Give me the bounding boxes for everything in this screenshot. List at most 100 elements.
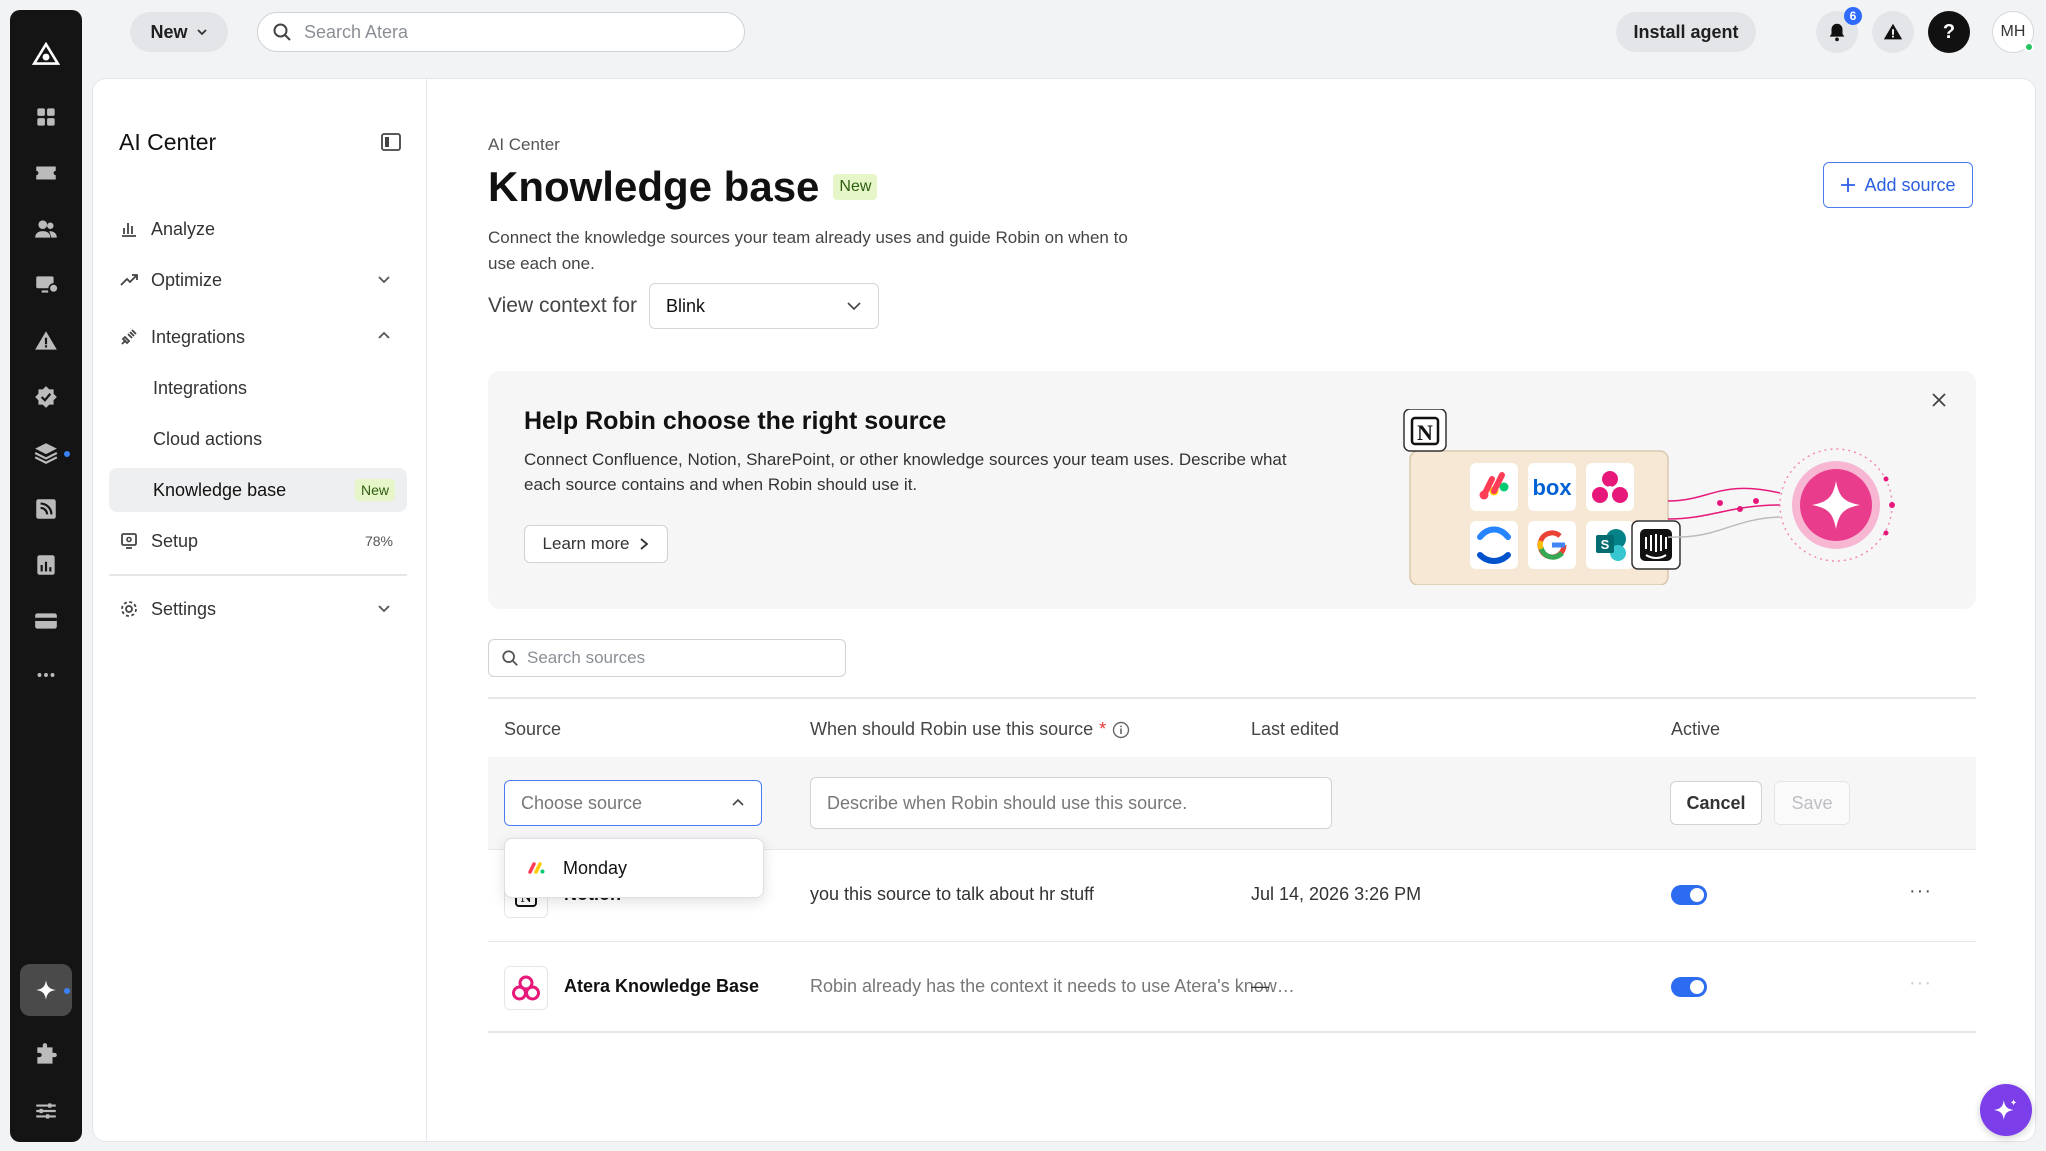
active-toggle[interactable] <box>1671 885 1707 905</box>
plus-icon <box>1841 178 1856 192</box>
chevron-up-icon <box>378 331 390 339</box>
devices-icon[interactable] <box>10 260 82 310</box>
extensions-icon[interactable] <box>10 1030 82 1080</box>
bar-chart-icon <box>119 219 139 239</box>
save-button[interactable]: Save <box>1774 781 1850 825</box>
add-source-label: Add source <box>1864 174 1956 195</box>
nav-knowledge-base-label: Knowledge base <box>153 479 287 500</box>
billing-icon[interactable] <box>10 596 82 646</box>
robin-assistant-button[interactable] <box>1980 1084 2032 1136</box>
alerts-icon[interactable] <box>10 316 82 366</box>
column-header-active: Active <box>1671 719 1721 739</box>
row-menu-icon[interactable]: ··· <box>1909 972 1932 995</box>
main-panel: AI Center Analyze Optimize Integrations … <box>92 78 2036 1142</box>
monday-icon <box>528 862 545 874</box>
describe-usage-placeholder: Describe when Robin should use this sour… <box>827 792 1188 813</box>
search-sources-input[interactable]: Search sources <box>488 639 846 677</box>
nav-settings-label: Settings <box>151 598 217 619</box>
trend-up-icon <box>119 270 139 290</box>
new-source-row: Choose source Describe when Robin should… <box>488 757 1976 849</box>
ai-center-sidenav: AI Center Analyze Optimize Integrations … <box>93 79 427 1141</box>
chevron-down-icon <box>196 29 207 36</box>
svg-text:S: S <box>1601 537 1610 552</box>
sidenav-title: AI Center <box>119 129 217 155</box>
column-header-source: Source <box>504 719 562 739</box>
search-sources-placeholder: Search sources <box>527 648 646 667</box>
ai-new-dot <box>64 988 70 994</box>
logo-icon[interactable] <box>10 31 82 81</box>
notifications-badge: 6 <box>1844 7 1862 25</box>
setup-progress: 78% <box>364 533 393 549</box>
customers-icon[interactable] <box>10 204 82 254</box>
settings-sliders-icon[interactable] <box>10 1086 82 1136</box>
nav-cloud-actions-label: Cloud actions <box>153 428 263 449</box>
nav-settings[interactable]: Settings <box>109 587 407 631</box>
avatar[interactable]: MH <box>1992 11 2034 53</box>
table-row[interactable]: Atera Knowledge Base Robin already has t… <box>488 941 1976 1033</box>
install-agent-button[interactable]: Install agent <box>1616 12 1756 52</box>
column-header-last-edited: Last edited <box>1251 719 1340 739</box>
new-button[interactable]: New <box>130 12 228 52</box>
close-icon[interactable] <box>1930 391 1948 409</box>
source-option-monday[interactable]: Monday <box>504 838 764 898</box>
intercom-logo <box>1640 529 1672 561</box>
feeds-icon[interactable] <box>10 484 82 534</box>
reports-icon[interactable] <box>10 540 82 590</box>
tickets-icon[interactable] <box>10 148 82 198</box>
context-select[interactable]: Blink <box>649 283 880 329</box>
avatar-initials: MH <box>2000 23 2026 40</box>
info-icon[interactable] <box>1112 721 1130 739</box>
choose-source-select[interactable]: Choose source <box>504 780 762 826</box>
context-value: Blink <box>666 295 706 316</box>
help-icon: ? <box>1942 20 1956 43</box>
search-icon <box>273 23 291 41</box>
patch-icon[interactable] <box>10 372 82 422</box>
plug-icon <box>119 327 139 347</box>
context-label: View context for <box>488 294 638 317</box>
page-title: Knowledge base <box>488 163 820 210</box>
gear-icon <box>119 599 139 619</box>
help-banner: Help Robin choose the right source Conne… <box>488 371 1976 609</box>
new-dot <box>64 451 70 457</box>
layers-icon[interactable] <box>10 428 82 478</box>
nav-optimize[interactable]: Optimize <box>109 258 407 302</box>
nav-integrations-label: Integrations <box>151 326 246 347</box>
nav-integrations-sub[interactable]: Integrations <box>109 366 407 410</box>
sidenav-divider <box>109 574 407 576</box>
notifications-button[interactable]: 6 <box>1816 7 1862 53</box>
active-toggle[interactable] <box>1671 977 1707 997</box>
ai-icon[interactable] <box>10 964 82 1016</box>
column-header-when: When should Robin use this source * <box>810 719 1130 740</box>
collapse-sidebar-icon[interactable] <box>381 133 401 151</box>
box-logo: box <box>1532 475 1572 500</box>
nav-integrations[interactable]: Integrations <box>109 315 407 359</box>
setup-icon <box>119 531 139 551</box>
chevron-down-icon <box>847 302 861 311</box>
page-description: Connect the knowledge sources your team … <box>488 228 1128 273</box>
nav-knowledge-base[interactable]: Knowledge base New <box>109 468 407 512</box>
dashboard-icon[interactable] <box>10 92 82 142</box>
top-bar: New Search Atera Install agent 6 ? MH <box>82 0 2046 64</box>
global-search-input[interactable]: Search Atera <box>257 12 745 52</box>
describe-usage-input[interactable]: Describe when Robin should use this sour… <box>810 777 1332 829</box>
source-option-label: Monday <box>563 857 628 878</box>
breadcrumb[interactable]: AI Center <box>488 135 560 155</box>
integrations-illustration: N box S <box>1403 409 1895 585</box>
nav-setup[interactable]: Setup 78% <box>109 519 407 563</box>
cancel-button[interactable]: Cancel <box>1670 781 1762 825</box>
search-icon <box>502 650 518 666</box>
add-source-button[interactable]: Add source <box>1823 162 1973 208</box>
new-badge: New <box>354 479 395 501</box>
robin-orb <box>1779 448 1895 562</box>
more-icon[interactable] <box>10 650 82 700</box>
help-button[interactable]: ? <box>1928 11 1970 53</box>
chevron-down-icon <box>378 605 390 613</box>
title-new-badge: New <box>833 174 878 200</box>
last-edited: Jul 14, 2026 3:26 PM <box>1251 884 1422 904</box>
nav-cloud-actions[interactable]: Cloud actions <box>109 417 407 461</box>
alerts-button[interactable] <box>1872 11 1914 53</box>
learn-more-button[interactable]: Learn more <box>524 525 668 563</box>
row-menu-icon[interactable]: ··· <box>1909 880 1932 903</box>
nav-analyze[interactable]: Analyze <box>109 207 407 251</box>
atera-kb-icon <box>504 966 548 1010</box>
